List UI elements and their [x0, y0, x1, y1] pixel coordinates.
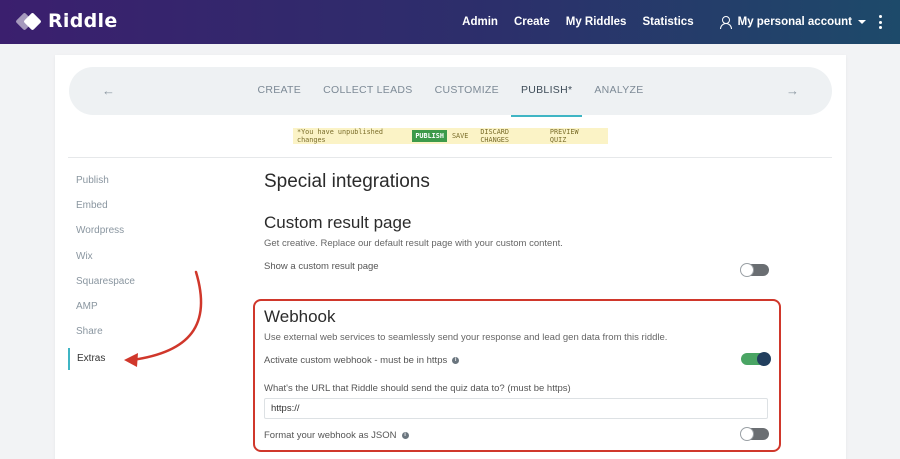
- main-nav: Admin Create My Riddles Statistics My pe…: [462, 0, 900, 44]
- save-button[interactable]: SAVE: [452, 132, 468, 140]
- tab-create[interactable]: CREATE: [257, 84, 301, 96]
- tab-customize[interactable]: CUSTOMIZE: [435, 84, 499, 96]
- sidebar-item-squarespace[interactable]: Squarespace: [68, 271, 248, 296]
- custom-result-description: Get creative. Replace our default result…: [264, 238, 563, 249]
- json-format-row: Format your webhook as JSON i: [264, 430, 409, 441]
- nav-my-riddles[interactable]: My Riddles: [566, 16, 627, 28]
- tab-collect-leads[interactable]: COLLECT LEADS: [323, 84, 413, 96]
- activate-webhook-label: Activate custom webhook - must be in htt…: [264, 355, 448, 366]
- top-navbar: Riddle Admin Create My Riddles Statistic…: [0, 0, 900, 44]
- webhook-url-question: What's the URL that Riddle should send t…: [264, 383, 571, 394]
- app-name: Riddle: [48, 10, 118, 32]
- nav-admin[interactable]: Admin: [462, 16, 498, 28]
- toggle-knob: [740, 427, 754, 441]
- webhook-url-input[interactable]: [264, 398, 768, 419]
- unpublished-note: *You have unpublished changes: [297, 128, 383, 144]
- preview-quiz-button[interactable]: PREVIEW QUIZ: [550, 128, 596, 144]
- publish-button[interactable]: PUBLISH: [412, 130, 447, 142]
- page-title: Special integrations: [264, 171, 430, 192]
- next-step-arrow-icon[interactable]: →: [786, 83, 799, 98]
- info-icon[interactable]: i: [401, 432, 409, 439]
- step-navigation: ← CREATE COLLECT LEADS CUSTOMIZE PUBLISH…: [69, 67, 832, 117]
- divider: [68, 157, 832, 158]
- riddle-logo[interactable]: Riddle: [15, 10, 118, 32]
- sidebar-item-embed[interactable]: Embed: [68, 195, 248, 220]
- toggle-knob: [757, 352, 771, 366]
- integrations-panel: Special integrations Custom result page …: [264, 168, 774, 272]
- sidebar-item-share[interactable]: Share: [68, 321, 248, 346]
- sidebar-item-extras[interactable]: Extras: [68, 348, 248, 371]
- info-icon[interactable]: i: [452, 357, 460, 364]
- discard-changes-button[interactable]: DISCARD CHANGES: [480, 128, 538, 144]
- publish-sidebar: Publish Embed Wordpress Wix Squarespace …: [68, 170, 248, 371]
- editor-card: ← CREATE COLLECT LEADS CUSTOMIZE PUBLISH…: [55, 55, 846, 459]
- activate-webhook-row: Activate custom webhook - must be in htt…: [264, 355, 784, 366]
- tab-publish[interactable]: PUBLISH*: [510, 84, 583, 117]
- unpublished-changes-banner: *You have unpublished changes PUBLISH SA…: [293, 128, 608, 144]
- account-menu[interactable]: My personal account: [719, 16, 866, 29]
- toggle-knob: [740, 263, 754, 277]
- sidebar-item-amp[interactable]: AMP: [68, 296, 248, 321]
- sidebar-item-publish[interactable]: Publish: [68, 170, 248, 195]
- webhook-description: Use external web services to seamlessly …: [264, 332, 668, 343]
- sidebar-item-wix[interactable]: Wix: [68, 246, 248, 271]
- custom-result-toggle-label: Show a custom result page: [264, 261, 379, 272]
- more-vertical-icon[interactable]: [878, 15, 882, 29]
- user-icon: [719, 16, 732, 29]
- tab-analyze[interactable]: ANALYZE: [594, 84, 643, 96]
- caret-down-icon: [858, 20, 866, 24]
- nav-statistics[interactable]: Statistics: [642, 16, 693, 28]
- webhook-section: Webhook Use external web services to sea…: [264, 307, 784, 394]
- account-label: My personal account: [737, 16, 852, 28]
- logo-icon: [15, 10, 44, 32]
- json-format-label: Format your webhook as JSON: [264, 430, 397, 441]
- activate-webhook-toggle[interactable]: [741, 352, 771, 366]
- custom-result-heading: Custom result page: [264, 213, 412, 232]
- json-format-toggle[interactable]: [740, 427, 769, 441]
- sidebar-item-wordpress[interactable]: Wordpress: [68, 220, 248, 245]
- steps-list: CREATE COLLECT LEADS CUSTOMIZE PUBLISH* …: [69, 84, 832, 117]
- custom-result-toggle[interactable]: [740, 263, 769, 277]
- nav-create[interactable]: Create: [514, 16, 550, 28]
- webhook-heading: Webhook: [264, 307, 336, 326]
